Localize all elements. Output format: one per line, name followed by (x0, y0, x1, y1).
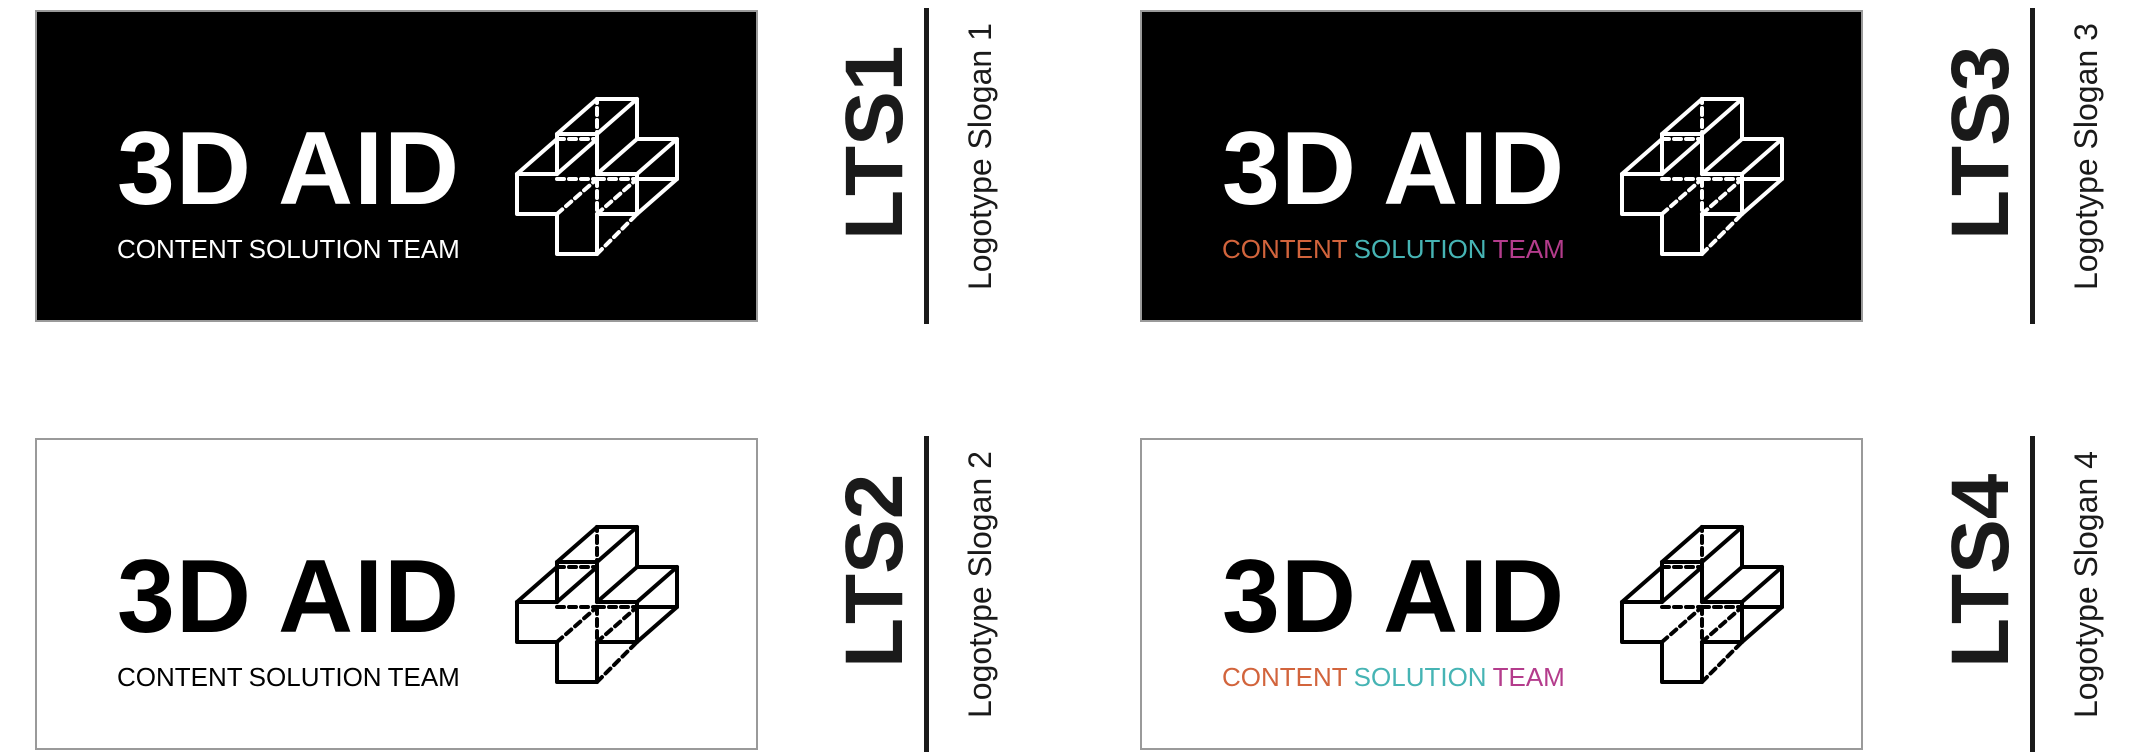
brand-wordmark: 3D AID (117, 539, 461, 655)
logo-panel-lts4: 3D AID CONTENT SOLUTION TEAM (1140, 438, 1863, 750)
tagline-word-solution: SOLUTION (1353, 662, 1487, 692)
logo-code-lts3: LTS3 (1935, 45, 2026, 240)
logo-slogan-lts3: Logotype Slogan 3 (2068, 23, 2104, 290)
medical-cross-3d-icon (515, 97, 679, 256)
brand-tagline: CONTENT SOLUTION TEAM (117, 234, 460, 265)
medical-cross-3d-icon (515, 525, 679, 684)
logo-code-lts2: LTS2 (829, 473, 920, 668)
tagline-word-content: CONTENT (1222, 662, 1348, 692)
brand-tagline: CONTENT SOLUTION TEAM (1222, 234, 1565, 265)
divider-bar (2030, 8, 2035, 324)
medical-cross-3d-icon (1620, 525, 1784, 684)
tagline-word-solution: SOLUTION (1353, 234, 1487, 264)
logo-slogan-lts4: Logotype Slogan 4 (2068, 451, 2104, 718)
brand-tagline: CONTENT SOLUTION TEAM (117, 662, 460, 693)
brand-tagline: CONTENT SOLUTION TEAM (1222, 662, 1565, 693)
logo-panel-lts1: 3D AID CONTENT SOLUTION TEAM (35, 10, 758, 322)
brand-wordmark: 3D AID (1222, 539, 1566, 655)
tagline-word-team: TEAM (387, 662, 460, 692)
logo-slogan-lts2: Logotype Slogan 2 (962, 451, 998, 718)
divider-bar (924, 8, 929, 324)
tagline-word-content: CONTENT (117, 234, 243, 264)
tagline-word-solution: SOLUTION (248, 662, 382, 692)
brand-wordmark: 3D AID (1222, 111, 1566, 227)
tagline-word-content: CONTENT (117, 662, 243, 692)
tagline-word-team: TEAM (1492, 662, 1565, 692)
tagline-word-solution: SOLUTION (248, 234, 382, 264)
divider-bar (2030, 436, 2035, 752)
tagline-word-content: CONTENT (1222, 234, 1348, 264)
divider-bar (924, 436, 929, 752)
logo-panel-lts2: 3D AID CONTENT SOLUTION TEAM (35, 438, 758, 750)
logo-code-lts1: LTS1 (829, 45, 920, 240)
logo-slogan-lts1: Logotype Slogan 1 (962, 23, 998, 290)
medical-cross-3d-icon (1620, 97, 1784, 256)
logo-code-lts4: LTS4 (1935, 473, 2026, 668)
logo-panel-lts3: 3D AID CONTENT SOLUTION TEAM (1140, 10, 1863, 322)
tagline-word-team: TEAM (387, 234, 460, 264)
brand-wordmark: 3D AID (117, 111, 461, 227)
tagline-word-team: TEAM (1492, 234, 1565, 264)
